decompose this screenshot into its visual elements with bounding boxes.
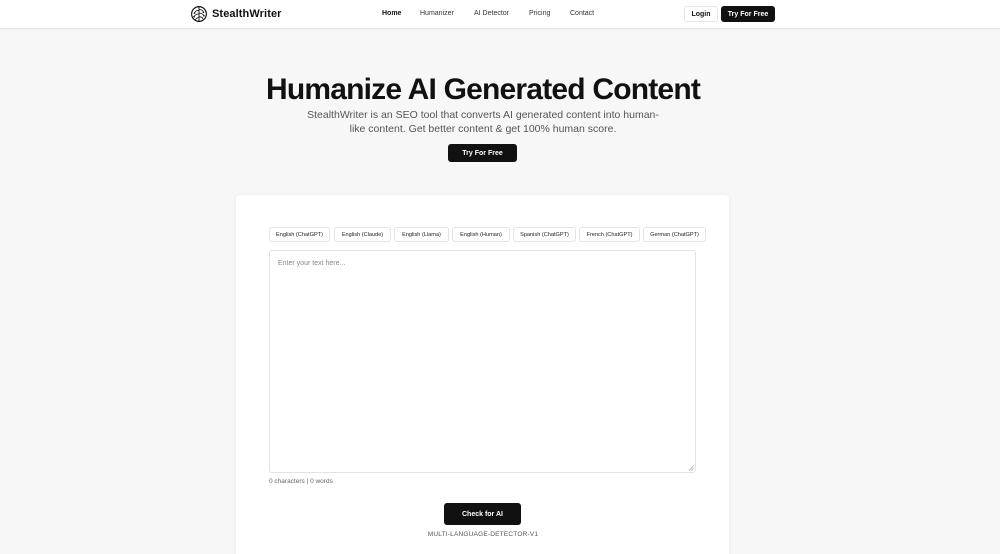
model-chip-french-chatgpt[interactable]: French (ChatGPT) [579,227,640,242]
model-chip-german-chatgpt[interactable]: German (ChatGPT) [643,227,706,242]
nav-try-free-button[interactable]: Try For Free [721,6,775,22]
model-chip-english-chatgpt[interactable]: English (ChatGPT) [269,227,330,242]
nav-link-humanizer[interactable]: Humanizer [420,10,454,17]
hero-try-free-button[interactable]: Try For Free [448,144,517,162]
character-word-counter: 0 characters | 0 words [269,478,333,485]
top-navbar: StealthWriter Home Humanizer AI Detector… [0,0,1000,29]
login-button[interactable]: Login [684,6,718,22]
model-chip-spanish-chatgpt[interactable]: Spanish (ChatGPT) [513,227,576,242]
nav-link-ai-detector[interactable]: AI Detector [474,10,509,17]
nav-link-pricing[interactable]: Pricing [529,10,550,17]
nav-link-home[interactable]: Home [382,10,401,17]
nav-link-contact[interactable]: Contact [570,10,594,17]
detector-model-name: MULTI-LANGUAGE-DETECTOR-V1 [427,531,539,538]
text-input-placeholder: Enter your text here... [278,260,346,267]
check-for-ai-button[interactable]: Check for AI [444,503,521,525]
hero-title: Humanize AI Generated Content [265,73,701,106]
text-input[interactable]: Enter your text here... [269,250,696,473]
nav-links: Home Humanizer AI Detector Pricing Conta… [0,10,1000,20]
model-chip-english-human[interactable]: English (Human) [452,227,510,242]
model-chip-english-claude[interactable]: English (Claude) [334,227,391,242]
model-chip-english-llama[interactable]: English (Llama) [394,227,449,242]
resize-handle-icon[interactable] [688,465,694,471]
hero-subtitle: StealthWriter is an SEO tool that conver… [307,109,659,135]
